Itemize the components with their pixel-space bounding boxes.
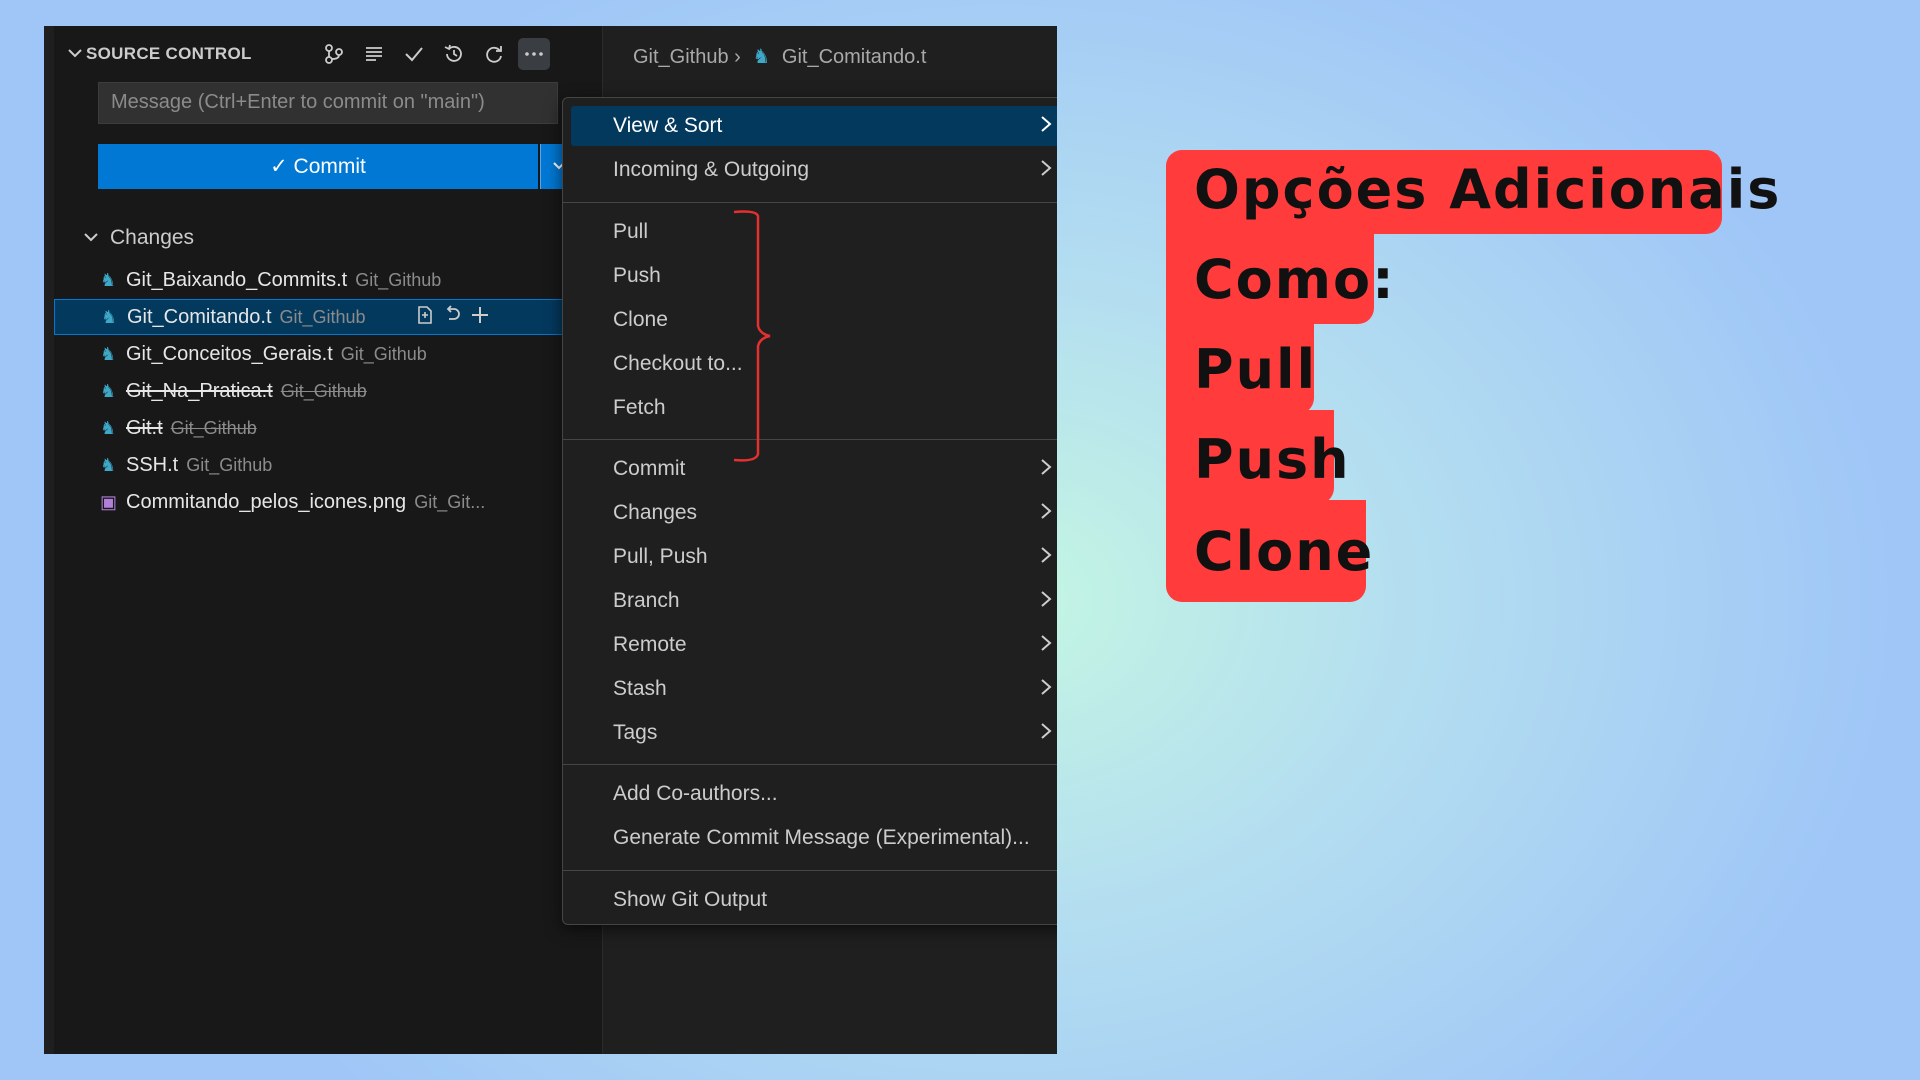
more-actions-icon[interactable] [518, 38, 550, 70]
callout-line: Como: [1194, 248, 1396, 311]
menu-item-remote[interactable]: Remote [571, 625, 1057, 665]
menu-item-show-git-output[interactable]: Show Git Output [571, 880, 1057, 920]
list-icon[interactable] [358, 38, 390, 70]
menu-item-changes[interactable]: Changes [571, 493, 1057, 533]
chevron-right-icon [1039, 589, 1053, 615]
open-file-icon[interactable] [413, 304, 435, 332]
list-item[interactable]: ♞ Git_Conceitos_Gerais.t Git_Github [54, 336, 602, 372]
list-item[interactable]: ♞ Git_Baixando_Commits.t Git_Github [54, 262, 602, 298]
callout-line: Pull [1194, 338, 1318, 401]
file-type-icon: ♞ [100, 380, 117, 401]
menu-item-view-sort[interactable]: View & Sort [571, 106, 1057, 146]
chevron-right-icon [1039, 633, 1053, 659]
menu-separator [563, 764, 1057, 765]
scm-title: SOURCE CONTROL [86, 44, 252, 63]
callout-title: Opções Adicionais [1194, 158, 1782, 221]
menu-item-incoming-outgoing[interactable]: Incoming & Outgoing [571, 150, 1057, 190]
chevron-right-icon [1039, 721, 1053, 747]
callout-line: Clone [1194, 520, 1375, 583]
callout-line: Push [1194, 428, 1351, 491]
commit-button[interactable]: ✓ Commit [98, 144, 538, 189]
vscode-screenshot: SOURCE CONTROL Message (Ctrl+Enter to co… [44, 26, 1057, 1054]
chevron-right-icon [1039, 501, 1053, 527]
menu-item-stash[interactable]: Stash [571, 669, 1057, 709]
history-icon[interactable] [438, 38, 470, 70]
chevron-right-icon [1039, 158, 1053, 184]
menu-item-generate-commit-message[interactable]: Generate Commit Message (Experimental)..… [571, 818, 1057, 858]
list-item[interactable]: ♞ Git_Na_Pratica.t Git_Github [54, 373, 602, 409]
chevron-right-icon [1039, 545, 1053, 571]
red-bracket-annotation [734, 210, 771, 462]
file-type-icon: ♞ [100, 343, 117, 364]
file-type-icon: ♞ [100, 454, 117, 475]
menu-item-push[interactable]: Push [571, 256, 1057, 296]
chevron-down-icon[interactable] [66, 44, 84, 67]
discard-changes-icon[interactable] [441, 304, 463, 332]
activity-bar-edge [44, 26, 54, 1054]
breadcrumb: Git_Github › ♞ Git_Comitando.t [633, 44, 926, 69]
stage-changes-icon[interactable] [469, 304, 491, 332]
breadcrumb-file[interactable]: Git_Comitando.t [782, 46, 927, 68]
menu-item-checkout[interactable]: Checkout to... [571, 344, 1057, 384]
row-actions [413, 300, 491, 336]
list-item-selected[interactable]: ♞ Git_Comitando.t Git_Github [54, 299, 602, 335]
list-item[interactable]: ♞ Git.t Git_Github [54, 410, 602, 446]
chevron-down-icon [84, 233, 98, 242]
scm-header: SOURCE CONTROL [54, 26, 602, 82]
menu-item-branch[interactable]: Branch [571, 581, 1057, 621]
menu-separator [563, 870, 1057, 871]
list-item[interactable]: ♞ SSH.t Git_Github [54, 447, 602, 483]
commit-message-input[interactable]: Message (Ctrl+Enter to commit on "main") [98, 82, 558, 124]
menu-item-pull-push[interactable]: Pull, Push [571, 537, 1057, 577]
menu-item-tags[interactable]: Tags [571, 713, 1057, 753]
graph-icon[interactable] [318, 38, 350, 70]
refresh-icon[interactable] [478, 38, 510, 70]
changes-label: Changes [110, 226, 195, 249]
file-type-icon: ♞ [100, 269, 117, 290]
chevron-right-icon [1039, 114, 1053, 140]
menu-separator [563, 439, 1057, 440]
menu-item-pull[interactable]: Pull [571, 212, 1057, 252]
file-type-icon: ♞ [752, 46, 771, 68]
image-file-icon: ▣ [100, 491, 118, 512]
chevron-right-icon [1039, 457, 1053, 483]
breadcrumb-folder[interactable]: Git_Github [633, 46, 729, 68]
menu-separator [563, 202, 1057, 203]
file-type-icon: ♞ [100, 417, 117, 438]
menu-item-add-coauthors[interactable]: Add Co-authors... [571, 774, 1057, 814]
menu-item-commit[interactable]: Commit [571, 449, 1057, 489]
more-actions-menu: View & Sort Incoming & Outgoing Pull Pus… [562, 97, 1057, 925]
list-item[interactable]: ▣ Commitando_pelos_icones.png Git_Git... [54, 484, 602, 520]
chevron-right-icon: › [734, 46, 747, 68]
chevron-right-icon [1039, 677, 1053, 703]
menu-item-fetch[interactable]: Fetch [571, 388, 1057, 428]
source-control-panel: SOURCE CONTROL Message (Ctrl+Enter to co… [54, 26, 603, 1054]
menu-item-clone[interactable]: Clone [571, 300, 1057, 340]
check-icon[interactable] [398, 38, 430, 70]
file-type-icon: ♞ [101, 306, 118, 327]
